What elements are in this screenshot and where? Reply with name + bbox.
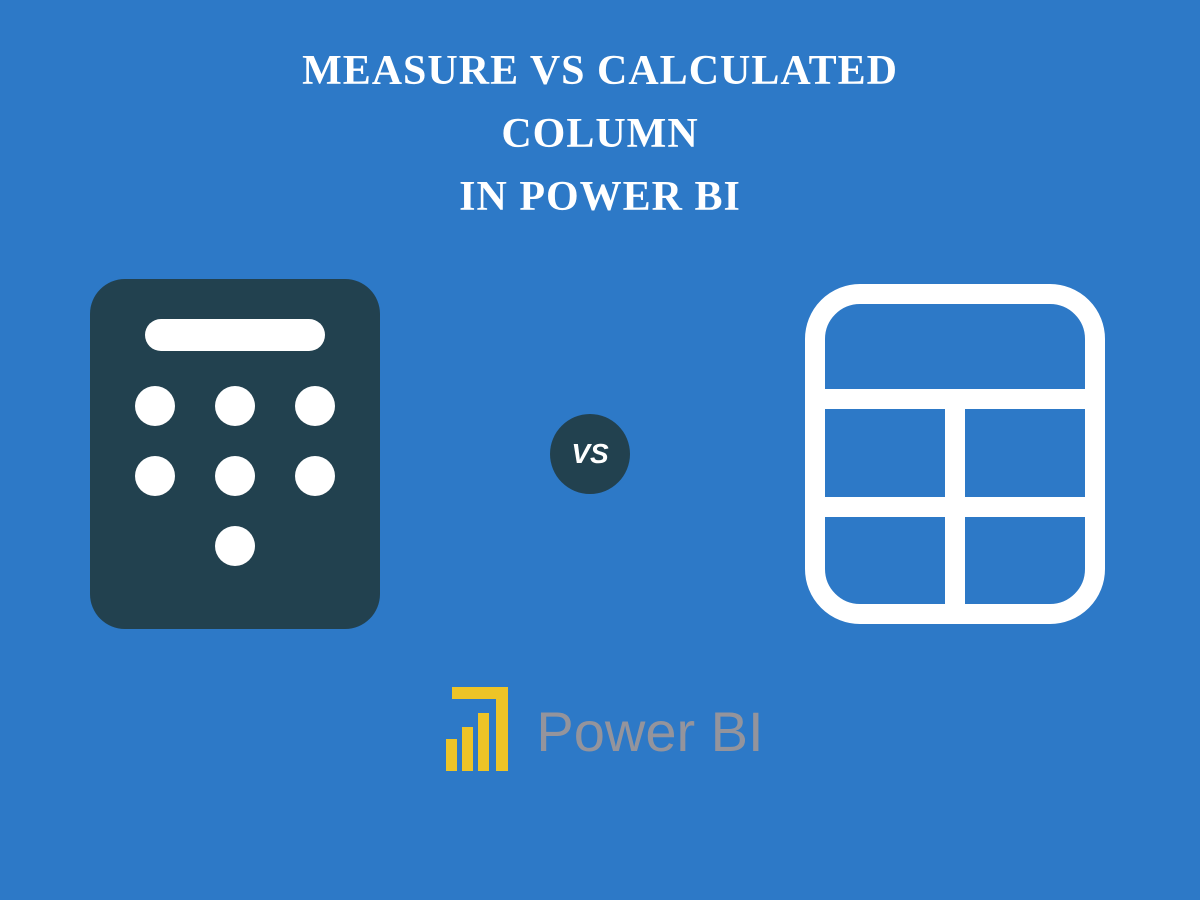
calculator-key: [215, 386, 255, 426]
title-line-2: COLUMN: [0, 103, 1200, 166]
powerbi-logo-icon: [436, 679, 516, 784]
calculator-key: [295, 456, 335, 496]
calculator-icon: [90, 279, 380, 629]
calculator-keypad: [135, 386, 335, 566]
calculator-key: [295, 386, 335, 426]
powerbi-logo: Power BI: [0, 679, 1200, 784]
calculator-screen: [145, 319, 325, 351]
comparison-row: VS: [0, 279, 1200, 629]
table-icon: [800, 279, 1110, 629]
calculator-key: [215, 456, 255, 496]
calculator-key: [135, 386, 175, 426]
calculator-key: [215, 526, 255, 566]
title-line-1: MEASURE VS CALCULATED: [0, 40, 1200, 103]
vs-label: VS: [571, 438, 608, 470]
page-title: MEASURE VS CALCULATED COLUMN IN POWER BI: [0, 0, 1200, 229]
title-line-3: IN POWER BI: [0, 166, 1200, 229]
powerbi-logo-text: Power BI: [536, 699, 763, 764]
calculator-key: [135, 456, 175, 496]
vs-badge: VS: [550, 414, 630, 494]
